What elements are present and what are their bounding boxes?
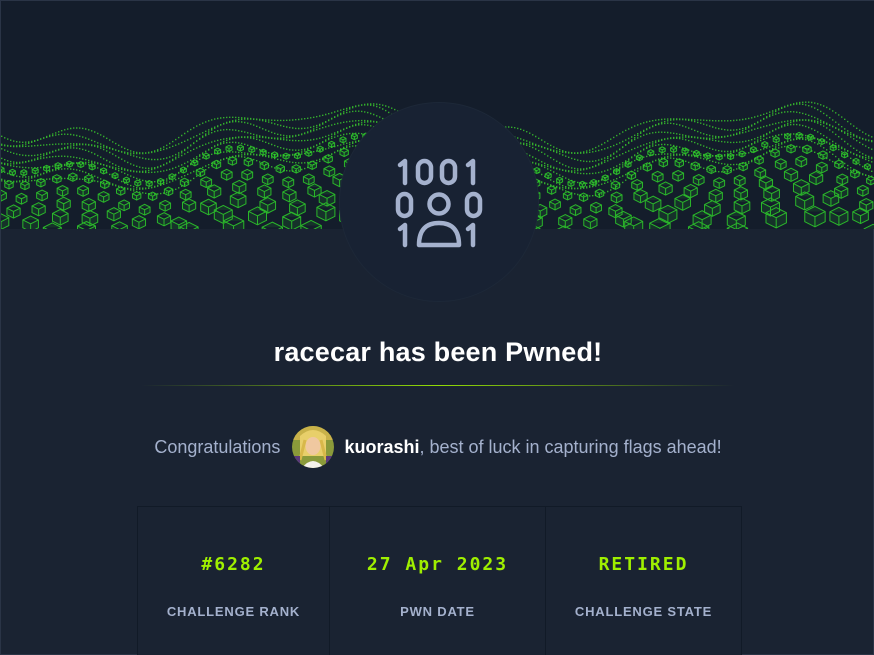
stats-row: #6282 CHALLENGE RANK 27 Apr 2023 PWN DAT… xyxy=(137,506,742,655)
stat-value: RETIRED xyxy=(598,554,689,575)
pwned-card: racecar has been Pwned! Congratulations … xyxy=(0,0,874,655)
username-link[interactable]: kuorashi xyxy=(344,437,419,458)
stat-value: #6282 xyxy=(201,554,266,575)
stat-label: CHALLENGE STATE xyxy=(574,604,713,619)
page-title: racecar has been Pwned! xyxy=(273,337,603,367)
congrats-suffix: , best of luck in capturing flags ahead! xyxy=(419,436,722,457)
avatar-image xyxy=(292,426,335,468)
user-avatar[interactable] xyxy=(292,426,335,468)
stat-challenge-state: RETIRED CHALLENGE STATE xyxy=(546,506,742,655)
stat-label: CHALLENGE RANK xyxy=(166,604,301,619)
header-band xyxy=(1,1,874,101)
challenge-badge xyxy=(340,103,538,301)
stat-label: PWN DATE xyxy=(400,604,475,619)
stat-value: 27 Apr 2023 xyxy=(366,554,509,575)
binary-user-icon xyxy=(395,158,483,248)
title-divider xyxy=(141,385,735,386)
congratulations-message: Congratulations kuorashi , best of luck … xyxy=(1,425,874,469)
stat-pwn-date: 27 Apr 2023 PWN DATE xyxy=(330,506,546,655)
congrats-prefix: Congratulations xyxy=(154,436,281,457)
stat-challenge-rank: #6282 CHALLENGE RANK xyxy=(137,506,330,655)
